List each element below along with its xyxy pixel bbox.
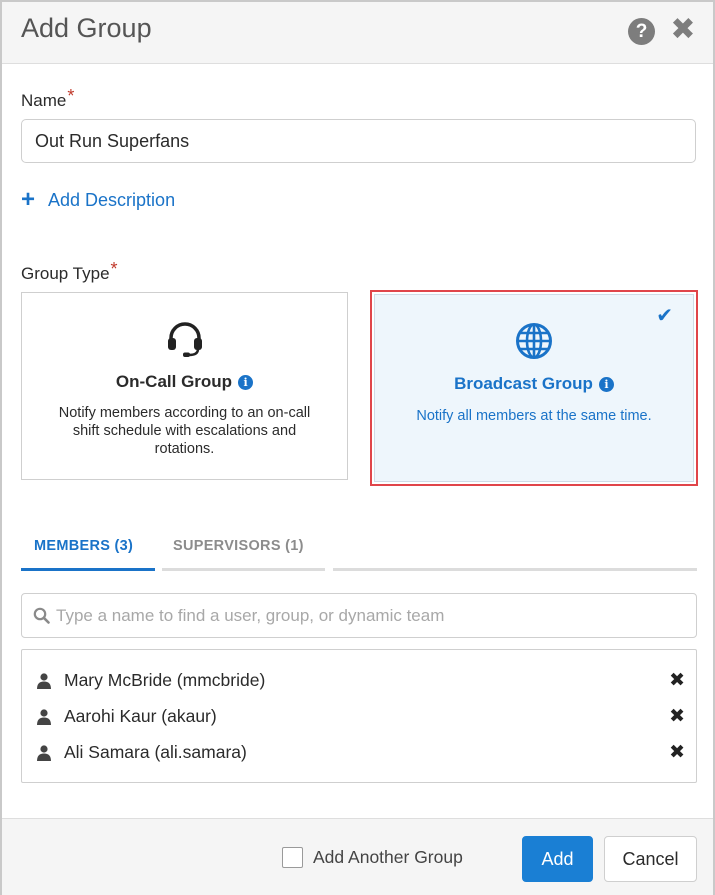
- broadcast-group-description: Notify all members at the same time.: [416, 408, 652, 424]
- tab-members[interactable]: MEMBERS (3): [21, 532, 155, 571]
- member-search-box: [21, 593, 697, 638]
- broadcast-group-card-body: ✔ Broadcast Group i Notify all members at…: [374, 294, 694, 482]
- on-call-group-description: Notify members according to an on-call s…: [58, 405, 311, 457]
- member-name: Mary McBride (mmcbride): [64, 670, 266, 690]
- add-another-group-option[interactable]: Add Another Group: [282, 847, 463, 868]
- tab-supervisors[interactable]: SUPERVISORS (1): [162, 532, 325, 571]
- info-icon[interactable]: i: [238, 375, 254, 390]
- dialog-title: Add Group: [21, 13, 152, 43]
- member-name: Ali Samara (ali.samara): [64, 742, 247, 762]
- required-mark: *: [110, 259, 118, 279]
- user-icon: [37, 709, 51, 730]
- add-another-group-checkbox[interactable]: [282, 847, 303, 868]
- on-call-group-card[interactable]: On-Call Group i Notify members according …: [21, 292, 348, 480]
- broadcast-group-title: Broadcast Group i: [375, 374, 693, 394]
- info-icon[interactable]: i: [598, 377, 614, 392]
- checkmark-icon: ✔: [656, 305, 673, 327]
- headset-icon: [165, 320, 205, 363]
- close-icon[interactable]: ✖: [670, 15, 696, 45]
- member-name: Aarohi Kaur (akaur): [64, 706, 217, 726]
- add-button[interactable]: Add: [522, 836, 593, 882]
- user-icon: [37, 673, 51, 694]
- group-name-input[interactable]: [21, 119, 696, 163]
- remove-member-icon[interactable]: ✖: [669, 741, 685, 764]
- dialog-footer: Add Another Group Add Cancel: [2, 818, 713, 895]
- question-circle-icon[interactable]: ?: [628, 18, 655, 45]
- tab-divider: [333, 568, 697, 571]
- cancel-button[interactable]: Cancel: [604, 836, 697, 882]
- list-item: Ali Samara (ali.samara) ✖: [22, 738, 696, 768]
- globe-icon: [515, 322, 553, 365]
- search-icon: [33, 607, 50, 629]
- group-type-label-text: Group Type: [21, 264, 110, 283]
- user-icon: [37, 745, 51, 766]
- add-group-dialog: Add Group ? ✖ Name* + Add Description Gr…: [0, 0, 715, 895]
- on-call-group-title-text: On-Call Group: [115, 372, 233, 391]
- on-call-group-title: On-Call Group i: [22, 372, 347, 392]
- name-label-text: Name: [21, 91, 67, 110]
- remove-member-icon[interactable]: ✖: [669, 669, 685, 692]
- add-description-link[interactable]: + Add Description: [21, 188, 175, 212]
- required-mark: *: [67, 86, 75, 106]
- name-label: Name*: [21, 86, 74, 111]
- members-list: Mary McBride (mmcbride) ✖ Aarohi Kaur (a…: [21, 649, 697, 783]
- broadcast-group-title-text: Broadcast Group: [454, 374, 593, 393]
- member-tabs: MEMBERS (3) SUPERVISORS (1): [21, 532, 697, 572]
- list-item: Aarohi Kaur (akaur) ✖: [22, 702, 696, 732]
- list-item: Mary McBride (mmcbride) ✖: [22, 666, 696, 696]
- add-description-label: Add Description: [48, 189, 176, 210]
- broadcast-group-card[interactable]: ✔ Broadcast Group i Notify all members at…: [370, 290, 698, 486]
- member-search-input[interactable]: [56, 594, 686, 637]
- dialog-header: Add Group ? ✖: [2, 2, 713, 64]
- remove-member-icon[interactable]: ✖: [669, 705, 685, 728]
- add-another-group-label: Add Another Group: [313, 847, 463, 867]
- group-type-label: Group Type*: [21, 259, 118, 284]
- plus-icon: +: [21, 186, 36, 213]
